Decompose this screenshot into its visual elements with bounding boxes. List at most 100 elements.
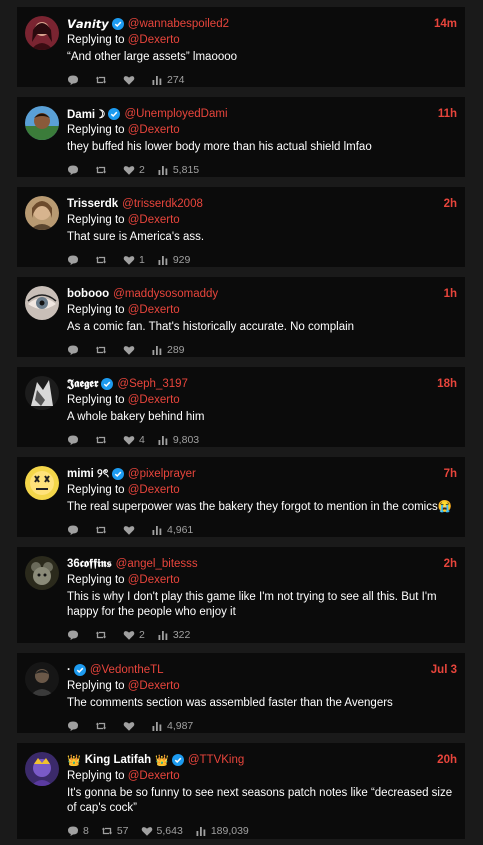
user-handle[interactable]: @maddysosomaddy xyxy=(113,288,218,300)
avatar[interactable] xyxy=(25,106,59,140)
retweet-button[interactable] xyxy=(95,254,111,266)
like-button[interactable]: 4 xyxy=(123,434,145,446)
reply-card[interactable]: 𝕵𝖆𝖊𝖌𝖊𝖗 @Seph_3197 18h Replying to @Dexer… xyxy=(17,367,465,447)
retweet-button[interactable] xyxy=(95,344,111,356)
views-button[interactable]: 4,961 xyxy=(151,524,193,536)
like-button[interactable]: 1 xyxy=(123,254,145,266)
avatar[interactable] xyxy=(25,196,59,230)
like-button[interactable] xyxy=(123,74,139,86)
retweet-button[interactable] xyxy=(95,629,111,641)
display-name[interactable]: King Latifah xyxy=(85,754,151,766)
retweet-button[interactable]: 57 xyxy=(101,825,129,837)
user-handle[interactable]: @pixelprayer xyxy=(128,468,196,480)
avatar[interactable] xyxy=(25,556,59,590)
display-name[interactable]: Trisserdk xyxy=(67,198,118,210)
views-button[interactable]: 4,987 xyxy=(151,720,193,732)
user-handle[interactable]: @angel_bitesss xyxy=(116,558,198,570)
reply-button[interactable]: 8 xyxy=(67,825,89,837)
retweet-button[interactable] xyxy=(95,434,111,446)
views-button[interactable]: 274 xyxy=(151,74,185,86)
reply-card[interactable]: 36𝖈𝖔𝖋𝖋𝖎𝖓𝖘 @angel_bitesss 2h Replying to … xyxy=(17,547,465,643)
avatar[interactable] xyxy=(25,662,59,696)
reply-button[interactable] xyxy=(67,524,83,536)
timestamp[interactable]: 14m xyxy=(434,18,457,30)
replying-to-handle[interactable]: @Dexerto xyxy=(128,124,180,136)
reply-card[interactable]: · @VedontheTL Jul 3 Replying to @Dexerto… xyxy=(17,653,465,733)
replying-to-handle[interactable]: @Dexerto xyxy=(128,484,180,496)
avatar[interactable] xyxy=(25,466,59,500)
reply-card[interactable]: 👑 King Latifah 👑 @TTVKing 20h Replying t… xyxy=(17,743,465,839)
timestamp[interactable]: 18h xyxy=(437,378,457,390)
retweet-icon xyxy=(95,526,107,534)
replying-to-handle[interactable]: @Dexerto xyxy=(128,574,180,586)
user-handle[interactable]: @trisserdk2008 xyxy=(122,198,203,210)
user-handle[interactable]: @VedontheTL xyxy=(90,664,164,676)
like-button[interactable]: 2 xyxy=(123,629,145,641)
replying-to-handle[interactable]: @Dexerto xyxy=(128,394,180,406)
avatar[interactable] xyxy=(25,752,59,786)
user-handle[interactable]: @UnemployedDami xyxy=(124,108,227,120)
user-handle[interactable]: @wannabespoiled2 xyxy=(128,18,229,30)
replying-to: Replying to @Dexerto xyxy=(67,770,180,782)
views-button[interactable]: 189,039 xyxy=(195,825,249,837)
reply-card[interactable]: mimi ୨ৎ @pixelprayer 7h Replying to @Dex… xyxy=(17,457,465,537)
action-bar: 4,961 xyxy=(67,523,457,537)
timestamp[interactable]: 7h xyxy=(444,468,457,480)
comment-icon xyxy=(68,826,78,836)
avatar[interactable] xyxy=(25,376,59,410)
replying-to-handle[interactable]: @Dexerto xyxy=(128,214,180,226)
display-name[interactable]: boboоо xyxy=(67,288,109,300)
timestamp[interactable]: 1h xyxy=(444,288,457,300)
avatar[interactable] xyxy=(25,286,59,320)
like-button[interactable]: 5,643 xyxy=(141,825,183,837)
reply-button[interactable] xyxy=(67,164,83,176)
retweet-button[interactable] xyxy=(95,524,111,536)
reply-card[interactable]: Trisserdk @trisserdk2008 2h Replying to … xyxy=(17,187,465,267)
display-name[interactable]: 36𝖈𝖔𝖋𝖋𝖎𝖓𝖘 xyxy=(67,558,112,571)
reply-button[interactable] xyxy=(67,434,83,446)
reply-button[interactable] xyxy=(67,74,83,86)
reply-card[interactable]: boboоо @maddysosomaddy 1h Replying to @D… xyxy=(17,277,465,357)
timestamp[interactable]: 2h xyxy=(444,198,457,210)
reply-card[interactable]: Dami☽ @UnemployedDami 11h Replying to @D… xyxy=(17,97,465,177)
timestamp[interactable]: 2h xyxy=(444,558,457,570)
display-name[interactable]: mimi ୨ৎ xyxy=(67,465,109,484)
heart-icon xyxy=(123,166,135,175)
avatar[interactable] xyxy=(25,16,59,50)
display-name[interactable]: Dami☽ xyxy=(67,107,105,121)
replying-to-handle[interactable]: @Dexerto xyxy=(128,34,180,46)
retweet-button[interactable] xyxy=(95,720,111,732)
comment-icon xyxy=(68,165,78,175)
replying-to-handle[interactable]: @Dexerto xyxy=(128,304,180,316)
like-button[interactable]: 2 xyxy=(123,164,145,176)
replying-to-handle[interactable]: @Dexerto xyxy=(128,770,180,782)
user-handle[interactable]: @Seph_3197 xyxy=(117,378,188,390)
views-button[interactable]: 322 xyxy=(157,629,190,641)
views-button[interactable]: 929 xyxy=(157,254,190,266)
comment-icon xyxy=(68,630,78,640)
retweet-button[interactable] xyxy=(95,164,111,176)
views-chart-icon xyxy=(152,346,162,355)
views-chart-icon xyxy=(158,436,168,445)
like-button[interactable] xyxy=(123,524,139,536)
display-name[interactable]: · xyxy=(67,664,71,676)
reply-button[interactable] xyxy=(67,254,83,266)
display-name[interactable]: 𝕵𝖆𝖊𝖌𝖊𝖗 xyxy=(67,378,98,391)
like-button[interactable] xyxy=(123,720,139,732)
timestamp[interactable]: Jul 3 xyxy=(431,664,457,676)
reply-card[interactable]: 𝙑𝙖𝙣𝙞𝙩𝙮 @wannabespoiled2 14m Replying to … xyxy=(17,7,465,87)
retweet-button[interactable] xyxy=(95,74,111,86)
user-handle[interactable]: @TTVKing xyxy=(188,754,244,766)
reply-button[interactable] xyxy=(67,720,83,732)
views-button[interactable]: 5,815 xyxy=(157,164,199,176)
timestamp[interactable]: 11h xyxy=(438,108,457,120)
views-button[interactable]: 289 xyxy=(151,344,185,356)
views-button[interactable]: 9,803 xyxy=(157,434,199,446)
like-button[interactable] xyxy=(123,344,139,356)
replying-to-handle[interactable]: @Dexerto xyxy=(128,680,180,692)
heart-icon xyxy=(123,76,135,85)
reply-button[interactable] xyxy=(67,629,83,641)
reply-button[interactable] xyxy=(67,344,83,356)
timestamp[interactable]: 20h xyxy=(437,754,457,766)
display-name[interactable]: 𝙑𝙖𝙣𝙞𝙩𝙮 xyxy=(67,17,109,31)
